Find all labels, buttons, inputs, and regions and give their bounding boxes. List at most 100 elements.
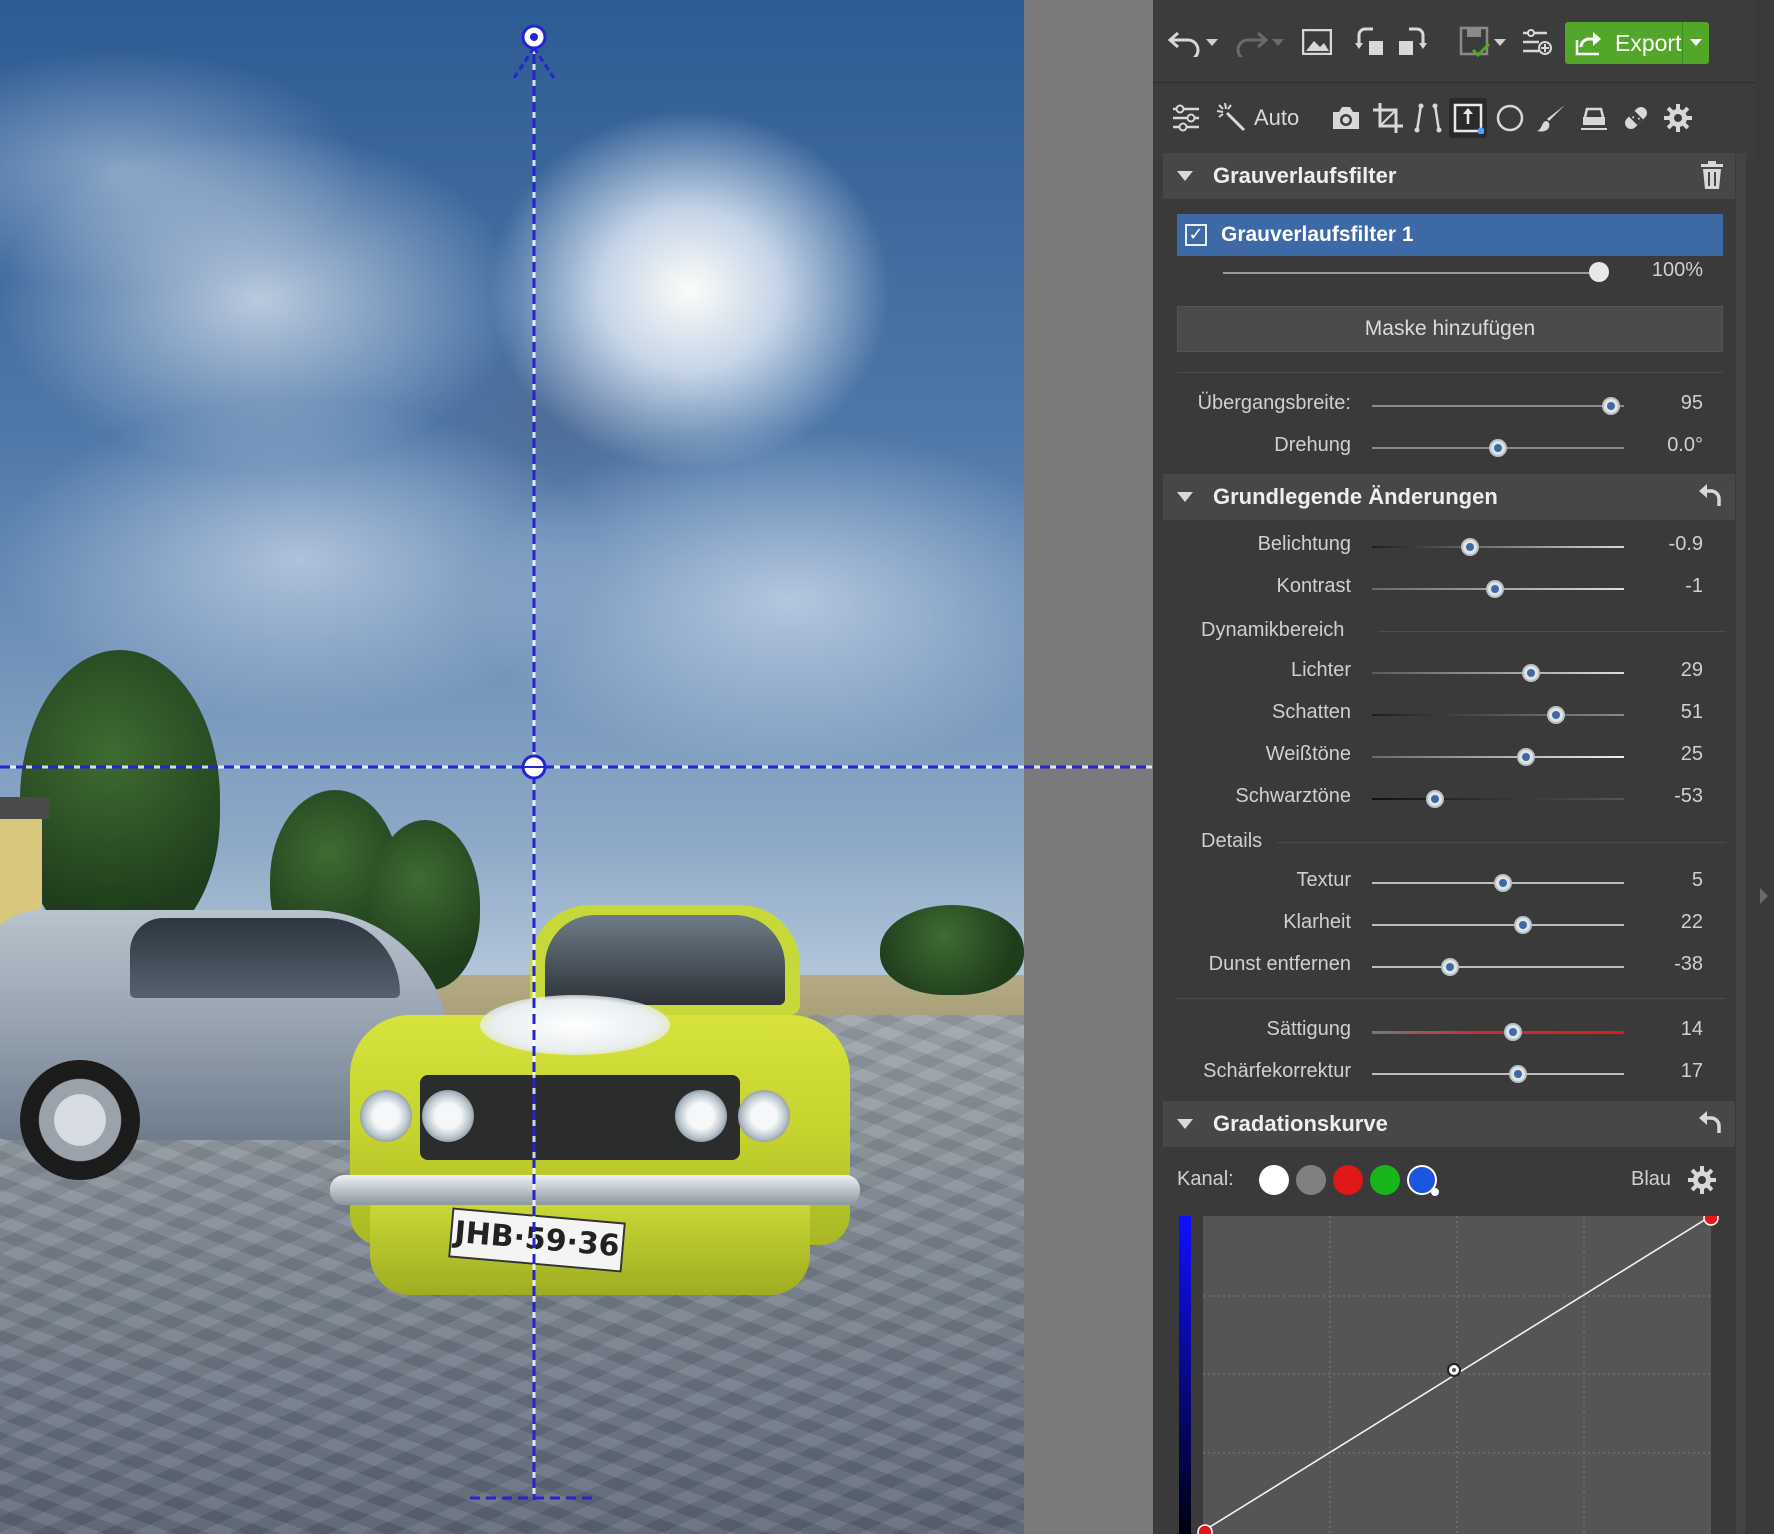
contrast-slider[interactable]: Kontrast -1 xyxy=(1153,569,1774,609)
presets-icon[interactable] xyxy=(1519,24,1555,60)
radial-filter-icon[interactable] xyxy=(1493,101,1527,135)
exposure-slider[interactable]: Belichtung -0.9 xyxy=(1153,527,1774,567)
reset-arrow-icon[interactable] xyxy=(1697,482,1723,512)
curve-settings-icon[interactable] xyxy=(1687,1165,1717,1199)
picture-icon[interactable] xyxy=(1299,24,1335,60)
rotation-slider[interactable]: Drehung 0.0° xyxy=(1153,428,1774,468)
slider-knob[interactable] xyxy=(1486,580,1505,598)
panel-collapse-arrow-icon[interactable] xyxy=(1760,888,1768,904)
slider-track[interactable] xyxy=(1372,924,1624,926)
filter-checkbox[interactable]: ✓ xyxy=(1185,224,1207,246)
save-icon[interactable] xyxy=(1457,24,1493,60)
filter-name: Grauverlaufsfilter 1 xyxy=(1221,223,1414,246)
slider-track[interactable] xyxy=(1372,1073,1624,1075)
channel-white-swatch[interactable] xyxy=(1259,1165,1289,1195)
slider-value: 5 xyxy=(1691,869,1703,891)
photo-canvas[interactable]: JHB·59·36 xyxy=(0,0,1024,1534)
slider-track[interactable] xyxy=(1372,546,1624,548)
channel-gray-swatch[interactable] xyxy=(1296,1165,1326,1195)
slider-knob[interactable] xyxy=(1514,916,1533,934)
opacity-track[interactable] xyxy=(1223,272,1599,274)
redo-dropdown-icon[interactable] xyxy=(1271,36,1285,50)
slider-knob[interactable] xyxy=(1461,538,1480,556)
dehaze-slider[interactable]: Dunst entfernen -38 xyxy=(1153,947,1774,987)
tree xyxy=(20,650,220,950)
collapse-triangle-icon[interactable] xyxy=(1177,171,1193,181)
collapse-triangle-icon[interactable] xyxy=(1177,1119,1193,1129)
slider-label: Schatten xyxy=(1272,701,1351,723)
transition-width-slider[interactable]: Übergangsbreite: 95 xyxy=(1153,386,1774,426)
rotate-right-icon[interactable] xyxy=(1393,24,1429,60)
slider-knob[interactable] xyxy=(1516,748,1535,766)
slider-value: 0.0° xyxy=(1667,434,1703,456)
healing-icon[interactable] xyxy=(1619,101,1653,135)
top-toolbar: Export xyxy=(1153,0,1774,83)
shadows-slider[interactable]: Schatten 51 xyxy=(1153,695,1774,735)
reset-arrow-icon[interactable] xyxy=(1697,1109,1723,1139)
slider-knob[interactable] xyxy=(1504,1023,1523,1041)
slider-knob[interactable] xyxy=(1489,439,1507,457)
slider-track[interactable] xyxy=(1372,798,1624,800)
clarity-slider[interactable]: Klarheit 22 xyxy=(1153,905,1774,945)
magic-wand-icon[interactable] xyxy=(1215,101,1249,135)
slider-label: Sättigung xyxy=(1266,1018,1351,1040)
slider-label: Belichtung xyxy=(1257,533,1351,555)
auto-button[interactable]: Auto xyxy=(1254,103,1299,133)
gradient-filter-section-header[interactable]: Grauverlaufsfilter xyxy=(1163,153,1735,199)
undo-icon[interactable] xyxy=(1167,24,1203,60)
channel-green-swatch[interactable] xyxy=(1370,1165,1400,1195)
export-button[interactable]: Export xyxy=(1565,22,1709,64)
eraser-icon[interactable] xyxy=(1577,101,1611,135)
dynamic-range-heading: Dynamikbereich xyxy=(1201,619,1345,641)
curve-section-header[interactable]: Gradationskurve xyxy=(1163,1101,1735,1147)
trash-icon[interactable] xyxy=(1701,161,1723,193)
slider-knob[interactable] xyxy=(1441,958,1460,976)
saturation-slider[interactable]: Sättigung 14 xyxy=(1153,1012,1774,1052)
slider-track[interactable] xyxy=(1372,756,1624,758)
filter-list-item[interactable]: ✓ Grauverlaufsfilter 1 xyxy=(1177,214,1723,256)
slider-knob[interactable] xyxy=(1521,664,1540,682)
slider-value: 95 xyxy=(1680,392,1703,414)
slider-track[interactable] xyxy=(1372,1031,1624,1034)
slider-track[interactable] xyxy=(1372,405,1624,407)
opacity-knob[interactable] xyxy=(1589,262,1609,282)
sharpness-slider[interactable]: Schärfekorrektur 17 xyxy=(1153,1054,1774,1094)
section-title: Grauverlaufsfilter xyxy=(1213,163,1397,188)
slider-value: -38 xyxy=(1674,953,1703,975)
brush-icon[interactable] xyxy=(1535,101,1569,135)
slider-knob[interactable] xyxy=(1426,790,1444,808)
slider-label: Übergangsbreite: xyxy=(1197,392,1351,414)
blacks-slider[interactable]: Schwarztöne -53 xyxy=(1153,779,1774,819)
slider-value: -0.9 xyxy=(1668,533,1703,555)
adjustments-icon[interactable] xyxy=(1169,101,1203,135)
basic-adjustments-section-header[interactable]: Grundlegende Änderungen xyxy=(1163,474,1735,520)
slider-track[interactable] xyxy=(1372,966,1624,968)
texture-slider[interactable]: Textur 5 xyxy=(1153,863,1774,903)
slider-knob[interactable] xyxy=(1602,397,1621,415)
perspective-icon[interactable] xyxy=(1411,101,1445,135)
undo-dropdown-icon[interactable] xyxy=(1205,36,1219,50)
tree xyxy=(880,905,1024,995)
panel-scrollbar[interactable] xyxy=(1736,153,1746,1534)
slider-knob[interactable] xyxy=(1509,1065,1528,1083)
details-heading: Details xyxy=(1201,830,1263,852)
highlights-slider[interactable]: Lichter 29 xyxy=(1153,653,1774,693)
save-dropdown-icon[interactable] xyxy=(1493,36,1507,50)
channel-red-swatch[interactable] xyxy=(1333,1165,1363,1195)
gradient-filter-icon[interactable] xyxy=(1449,98,1487,138)
settings-icon[interactable] xyxy=(1661,101,1695,135)
tone-curve-editor[interactable] xyxy=(1179,1216,1725,1534)
whites-slider[interactable]: Weißtöne 25 xyxy=(1153,737,1774,777)
rotate-left-icon[interactable] xyxy=(1353,24,1389,60)
collapse-triangle-icon[interactable] xyxy=(1177,492,1193,502)
slider-track[interactable] xyxy=(1372,714,1624,716)
crop-icon[interactable] xyxy=(1371,101,1405,135)
divider xyxy=(1177,372,1723,373)
slider-knob[interactable] xyxy=(1546,706,1565,724)
slider-track[interactable] xyxy=(1372,672,1624,674)
redo-icon[interactable] xyxy=(1233,24,1269,60)
slider-knob[interactable] xyxy=(1494,874,1513,892)
export-dropdown-icon[interactable] xyxy=(1682,22,1709,64)
add-mask-button[interactable]: Maske hinzufügen xyxy=(1177,306,1723,352)
camera-icon[interactable] xyxy=(1329,101,1363,135)
